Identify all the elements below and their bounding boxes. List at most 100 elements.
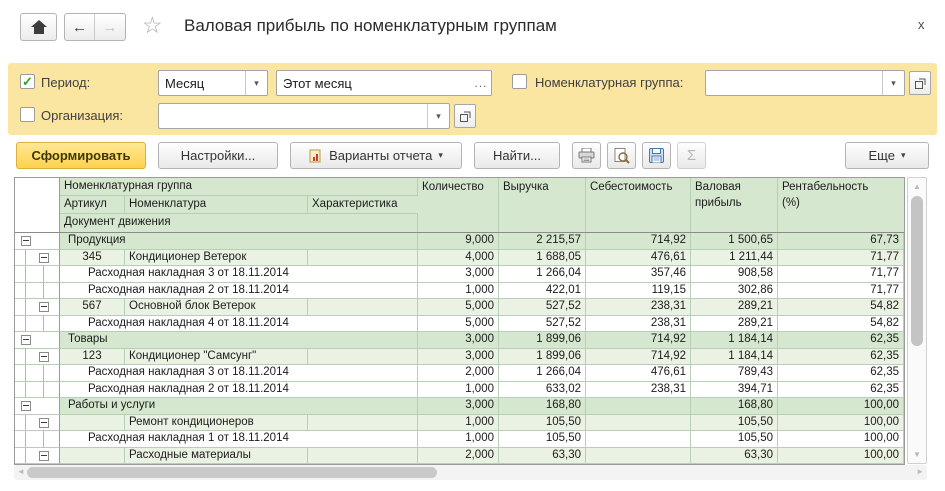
gross-profit-cell[interactable]: 1 500,65 — [691, 233, 778, 250]
margin-cell[interactable]: 54,82 — [778, 299, 904, 316]
group-cell[interactable]: Товары — [60, 332, 418, 349]
margin-cell[interactable]: 62,35 — [778, 348, 904, 365]
revenue-cell[interactable]: 422,01 — [499, 282, 586, 299]
period-checkbox[interactable]: ✓ — [20, 74, 35, 89]
collapse-toggle-icon[interactable] — [21, 335, 31, 345]
nomenclature-cell[interactable]: Основной блок Ветерок — [125, 299, 308, 316]
table-row[interactable]: Продукция 9,000 2 215,57 714,92 1 500,65 67,7… — [15, 233, 904, 250]
cost-cell[interactable]: 238,31 — [586, 381, 691, 398]
article-cell[interactable] — [60, 414, 125, 431]
collapse-toggle-icon[interactable] — [39, 351, 49, 362]
table-row[interactable]: Работы и услуги 3,000 168,80 168,80 100,00 — [15, 398, 904, 415]
nomenclature-cell[interactable]: Ремонт кондиционеров — [125, 414, 308, 431]
margin-cell[interactable]: 71,77 — [778, 266, 904, 283]
quantity-cell[interactable]: 1,000 — [418, 282, 499, 299]
quantity-cell[interactable]: 3,000 — [418, 398, 499, 415]
scroll-up-icon[interactable]: ▲ — [908, 182, 926, 191]
revenue-cell[interactable]: 633,02 — [499, 381, 586, 398]
collapse-toggle-icon[interactable] — [39, 417, 49, 428]
gross-profit-cell[interactable]: 105,50 — [691, 414, 778, 431]
characteristic-cell[interactable] — [308, 299, 418, 316]
home-button[interactable] — [20, 13, 57, 41]
cost-cell[interactable] — [586, 414, 691, 431]
revenue-cell[interactable]: 1 266,04 — [499, 266, 586, 283]
document-cell[interactable]: Расходная накладная 2 от 18.11.2014 — [60, 381, 418, 398]
more-button[interactable]: Еще ▾ — [845, 142, 929, 169]
quantity-cell[interactable]: 4,000 — [418, 249, 499, 266]
find-button[interactable]: Найти... — [474, 142, 560, 169]
revenue-cell[interactable]: 1 899,06 — [499, 332, 586, 349]
gross-profit-cell[interactable]: 1 184,14 — [691, 348, 778, 365]
collapse-toggle-icon[interactable] — [21, 236, 31, 246]
document-cell[interactable]: Расходная накладная 1 от 18.11.2014 — [60, 431, 418, 448]
group-cell[interactable]: Работы и услуги — [60, 398, 418, 415]
margin-cell[interactable]: 67,73 — [778, 233, 904, 250]
quantity-cell[interactable]: 1,000 — [418, 381, 499, 398]
gross-profit-cell[interactable]: 302,86 — [691, 282, 778, 299]
chevron-down-icon[interactable]: ▾ — [427, 104, 449, 128]
cost-cell[interactable]: 476,61 — [586, 249, 691, 266]
cost-cell[interactable]: 714,92 — [586, 332, 691, 349]
scroll-right-icon[interactable]: ► — [916, 467, 924, 476]
organization-input[interactable]: ▾ — [158, 103, 450, 129]
cost-cell[interactable] — [586, 447, 691, 464]
quantity-cell[interactable]: 3,000 — [418, 348, 499, 365]
organization-checkbox[interactable] — [20, 107, 35, 122]
collapse-toggle-icon[interactable] — [39, 302, 49, 312]
scroll-left-icon[interactable]: ◄ — [17, 467, 25, 476]
save-button[interactable] — [642, 142, 671, 169]
cost-cell[interactable]: 357,46 — [586, 266, 691, 283]
cost-cell[interactable]: 119,15 — [586, 282, 691, 299]
article-cell[interactable]: 345 — [60, 249, 125, 266]
gross-profit-cell[interactable]: 1 211,44 — [691, 249, 778, 266]
report-variants-button[interactable]: Варианты отчета ▾ — [290, 142, 462, 169]
chevron-down-icon[interactable]: ▾ — [882, 71, 904, 95]
margin-cell[interactable]: 71,77 — [778, 282, 904, 299]
cost-cell[interactable]: 238,31 — [586, 299, 691, 316]
margin-cell[interactable]: 100,00 — [778, 431, 904, 448]
table-row[interactable]: 345 Кондиционер Ветерок 4,000 1 688,05 476,6… — [15, 249, 904, 266]
horizontal-scroll-thumb[interactable] — [27, 467, 437, 478]
table-row[interactable]: Расходная накладная 3 от 18.11.2014 2,000… — [15, 365, 904, 382]
organization-open-button[interactable] — [454, 104, 476, 128]
gross-profit-cell[interactable]: 289,21 — [691, 315, 778, 332]
quantity-cell[interactable]: 1,000 — [418, 414, 499, 431]
table-row[interactable]: Расходная накладная 1 от 18.11.2014 1,000… — [15, 431, 904, 448]
revenue-cell[interactable]: 63,30 — [499, 447, 586, 464]
revenue-cell[interactable]: 168,80 — [499, 398, 586, 415]
document-cell[interactable]: Расходная накладная 2 от 18.11.2014 — [60, 282, 418, 299]
cost-cell[interactable]: 714,92 — [586, 348, 691, 365]
vertical-scrollbar[interactable]: ▲ ▼ — [907, 177, 927, 464]
vertical-scroll-thumb[interactable] — [911, 196, 923, 346]
period-unit-select[interactable]: Месяц ▾ — [158, 70, 268, 96]
gross-profit-cell[interactable]: 168,80 — [691, 398, 778, 415]
revenue-cell[interactable]: 105,50 — [499, 431, 586, 448]
period-value-input[interactable]: Этот месяц ... — [276, 70, 492, 96]
margin-cell[interactable]: 100,00 — [778, 447, 904, 464]
period-more-icon[interactable]: ... — [471, 76, 491, 90]
characteristic-cell[interactable] — [308, 447, 418, 464]
cost-cell[interactable]: 238,31 — [586, 315, 691, 332]
table-row[interactable]: Ремонт кондиционеров 1,000 105,50 105,50 100… — [15, 414, 904, 431]
characteristic-cell[interactable] — [308, 249, 418, 266]
quantity-cell[interactable]: 1,000 — [418, 431, 499, 448]
quantity-cell[interactable]: 5,000 — [418, 315, 499, 332]
collapse-toggle-icon[interactable] — [39, 252, 49, 263]
nomenclature-cell[interactable]: Кондиционер Ветерок — [125, 249, 308, 266]
print-button[interactable] — [572, 142, 601, 169]
quantity-cell[interactable]: 3,000 — [418, 266, 499, 283]
collapse-toggle-icon[interactable] — [39, 450, 49, 461]
settings-button[interactable]: Настройки... — [158, 142, 278, 169]
table-row[interactable]: 567 Основной блок Ветерок 5,000 527,52 238,3… — [15, 299, 904, 316]
quantity-cell[interactable]: 2,000 — [418, 447, 499, 464]
document-cell[interactable]: Расходная накладная 4 от 18.11.2014 — [60, 315, 418, 332]
document-cell[interactable]: Расходная накладная 3 от 18.11.2014 — [60, 266, 418, 283]
margin-cell[interactable]: 62,35 — [778, 332, 904, 349]
print-preview-button[interactable] — [607, 142, 636, 169]
gross-profit-cell[interactable]: 105,50 — [691, 431, 778, 448]
chevron-down-icon[interactable]: ▾ — [245, 71, 267, 95]
margin-cell[interactable]: 62,35 — [778, 365, 904, 382]
gross-profit-cell[interactable]: 1 184,14 — [691, 332, 778, 349]
revenue-cell[interactable]: 1 266,04 — [499, 365, 586, 382]
gross-profit-cell[interactable]: 789,43 — [691, 365, 778, 382]
